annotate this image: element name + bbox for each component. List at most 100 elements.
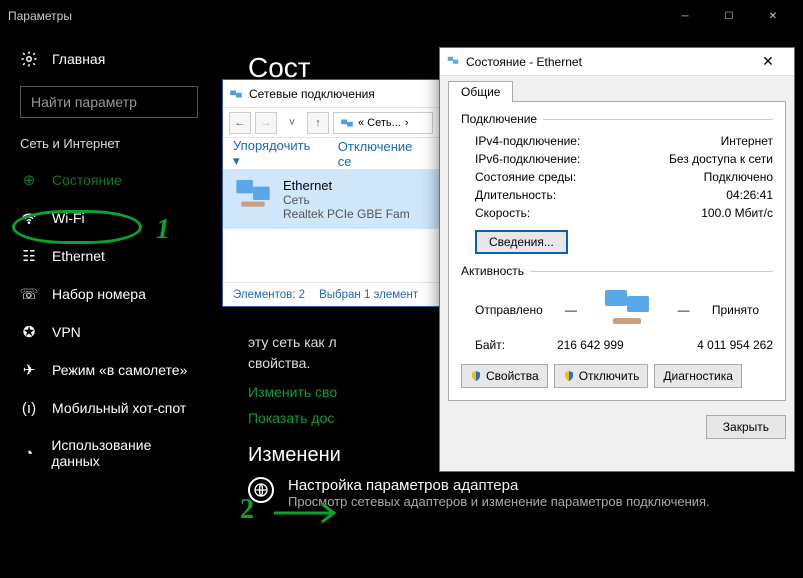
dash-icon: — — [565, 303, 577, 317]
media-label: Состояние среды: — [475, 170, 576, 184]
close-button[interactable]: Закрыть — [706, 415, 786, 439]
group-connection: Подключение — [461, 112, 773, 126]
nav-dialup[interactable]: ☏ Набор номера — [0, 275, 218, 313]
action-buttons: Свойства Отключить Диагностика — [461, 364, 773, 388]
datausage-icon: ◔ — [20, 444, 37, 462]
disable-button[interactable]: Отключить — [554, 364, 649, 388]
dialup-icon: ☏ — [20, 285, 38, 303]
shield-icon — [563, 370, 575, 382]
explorer-titlebar: Сетевые подключения — [223, 80, 439, 108]
recv-label: Принято — [712, 303, 759, 317]
nav-label: Использование данных — [51, 437, 198, 469]
duration-label: Длительность: — [475, 188, 556, 202]
dash-icon: — — [678, 303, 690, 317]
ethernet-icon: ☷ — [20, 247, 38, 265]
network-folder-icon — [229, 87, 243, 101]
nav-ethernet[interactable]: ☷ Ethernet — [0, 237, 218, 275]
bytes-recv: 4 011 954 262 — [697, 338, 773, 352]
status-icon: ⊕ — [20, 171, 38, 189]
speed-label: Скорость: — [475, 206, 530, 220]
ipv4-value: Интернет — [721, 134, 773, 148]
tab-general[interactable]: Общие — [448, 81, 513, 102]
airplane-icon: ✈ — [20, 361, 38, 379]
nav-hotspot[interactable]: (ı) Мобильный хот-спот — [0, 389, 218, 427]
explorer-title: Сетевые подключения — [249, 87, 375, 101]
nav-datausage[interactable]: ◔ Использование данных — [0, 427, 218, 479]
up-button[interactable]: ˅ — [281, 112, 303, 134]
address-bar[interactable]: « Сеть... › — [333, 112, 433, 134]
dialog-close-button[interactable]: ✕ — [748, 50, 788, 74]
nav-label: VPN — [52, 324, 81, 340]
forward-button[interactable]: → — [255, 112, 277, 134]
ipv4-label: IPv4-подключение: — [475, 134, 580, 148]
hotspot-icon: (ı) — [20, 399, 38, 417]
selection-count: Выбран 1 элемент — [319, 289, 418, 301]
vpn-icon: ✪ — [20, 323, 38, 341]
details-button[interactable]: Сведения... — [475, 230, 568, 254]
nav-label: Мобильный хот-спот — [52, 400, 186, 416]
adapter-settings-link[interactable]: Настройка параметров адаптера Просмотр с… — [248, 477, 773, 509]
close-button[interactable]: ✕ — [751, 0, 795, 32]
ipv6-label: IPv6-подключение: — [475, 152, 580, 166]
gear-icon — [20, 50, 38, 68]
adapter-item-ethernet[interactable]: Ethernet Сеть Realtek PCIe GBE Fam — [223, 170, 439, 229]
explorer-address-row: ← → ˅ ↑ « Сеть... › — [223, 108, 439, 138]
chevron-right-icon: › — [405, 117, 409, 129]
ethernet-status-dialog: Состояние - Ethernet ✕ Общие Подключение… — [439, 47, 795, 472]
minimize-button[interactable]: ─ — [663, 0, 707, 32]
search-input[interactable]: Найти параметр — [20, 86, 198, 118]
explorer-toolbar: Упорядочить ▾ Отключение се — [223, 138, 439, 170]
nav-wifi[interactable]: Wi-Fi — [0, 199, 218, 237]
shield-icon — [470, 370, 482, 382]
breadcrumb: « Сеть... — [358, 117, 401, 129]
computers-icon — [599, 288, 655, 332]
globe-icon — [248, 477, 274, 503]
window-controls: ─ ☐ ✕ — [663, 0, 795, 32]
settings-window-title: Параметры — [8, 9, 663, 23]
ethernet-adapter-icon — [446, 55, 460, 69]
settings-titlebar: Параметры ─ ☐ ✕ — [0, 0, 803, 32]
ethernet-adapter-icon — [233, 178, 273, 212]
bytes-label: Байт: — [475, 338, 505, 352]
nav-label: Wi-Fi — [52, 210, 85, 226]
group-activity: Активность — [461, 264, 773, 278]
adapter-network: Сеть — [283, 193, 410, 207]
activity-diagram: Отправлено — — Принято — [461, 284, 773, 336]
network-folder-icon — [340, 116, 354, 130]
bytes-sent: 216 642 999 — [557, 338, 624, 352]
home-label: Главная — [52, 51, 105, 67]
disable-device-button[interactable]: Отключение се — [338, 139, 429, 169]
nav-label: Ethernet — [52, 248, 105, 264]
search-placeholder: Найти параметр — [31, 94, 137, 110]
nav-airplane[interactable]: ✈ Режим «в самолете» — [0, 351, 218, 389]
back-button[interactable]: ← — [229, 112, 251, 134]
nav-label: Набор номера — [52, 286, 146, 302]
speed-value: 100.0 Мбит/с — [701, 206, 773, 220]
nav-status[interactable]: ⊕ Состояние — [0, 161, 218, 199]
nav-label: Состояние — [52, 172, 122, 188]
tabstrip: Общие — [448, 80, 786, 102]
home-button[interactable]: Главная — [0, 42, 218, 76]
explorer-statusbar: Элементов: 2 Выбран 1 элемент — [223, 282, 439, 306]
maximize-button[interactable]: ☐ — [707, 0, 751, 32]
duration-value: 04:26:41 — [726, 188, 773, 202]
wifi-icon — [20, 209, 38, 227]
up-button[interactable]: ↑ — [307, 112, 329, 134]
network-connections-window: Сетевые подключения ← → ˅ ↑ « Сеть... › … — [222, 79, 440, 307]
adapter-desc: Просмотр сетевых адаптеров и изменение п… — [288, 494, 710, 509]
organize-menu[interactable]: Упорядочить ▾ — [233, 138, 320, 169]
adapter-device: Realtek PCIe GBE Fam — [283, 207, 410, 221]
adapter-title: Настройка параметров адаптера — [288, 477, 710, 494]
ipv6-value: Без доступа к сети — [669, 152, 773, 166]
settings-sidebar: Главная Найти параметр Сеть и Интернет ⊕… — [0, 32, 218, 578]
dialog-title: Состояние - Ethernet — [466, 55, 742, 69]
nav-vpn[interactable]: ✪ VPN — [0, 313, 218, 351]
sent-label: Отправлено — [475, 303, 543, 317]
dialog-titlebar: Состояние - Ethernet ✕ — [440, 48, 794, 76]
adapter-name: Ethernet — [283, 178, 410, 193]
properties-button[interactable]: Свойства — [461, 364, 548, 388]
diagnose-button[interactable]: Диагностика — [654, 364, 742, 388]
nav-label: Режим «в самолете» — [52, 362, 187, 378]
item-count: Элементов: 2 — [233, 289, 305, 301]
section-label: Сеть и Интернет — [0, 136, 218, 161]
